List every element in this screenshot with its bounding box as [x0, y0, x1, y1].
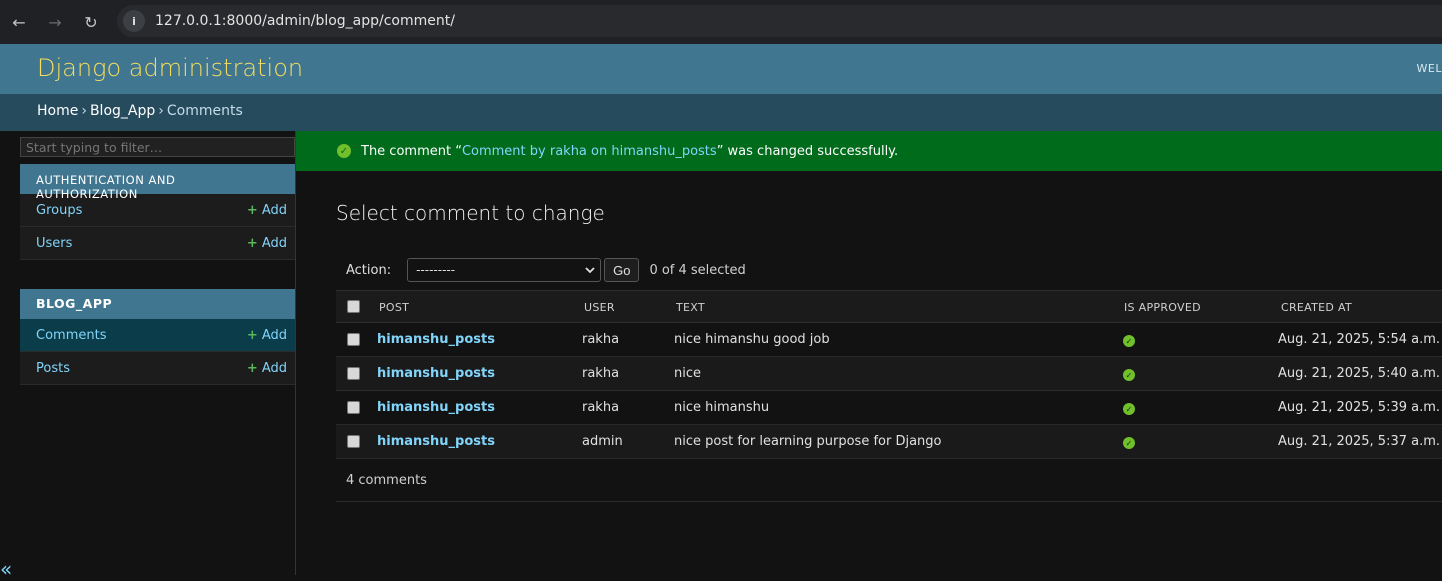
forward-arrow-icon: → — [48, 12, 62, 32]
message-suffix: ” was changed successfully. — [716, 143, 899, 159]
user-cell: rakha — [582, 366, 620, 381]
add-label: Add — [261, 360, 287, 376]
action-select-value: --------- — [416, 263, 456, 277]
sidebar-item-comments: Comments + Add — [20, 319, 295, 352]
text-cell: nice post for learning purpose for Djang… — [674, 434, 942, 449]
plus-icon: + — [246, 202, 258, 218]
action-select[interactable]: --------- — [407, 258, 602, 282]
chevron-down-icon — [585, 267, 595, 274]
user-cell: rakha — [582, 400, 620, 415]
site-info-icon[interactable]: i — [123, 10, 145, 32]
table-row: himanshu_posts rakha nice ✓ Aug. 21, 202… — [336, 357, 1442, 391]
row-checkbox[interactable] — [347, 367, 360, 380]
approved-check-icon: ✓ — [1123, 335, 1135, 347]
add-comment-button[interactable]: + Add — [247, 328, 287, 343]
address-bar[interactable]: i 127.0.0.1:8000/admin/blog_app/comment/ — [117, 5, 1442, 37]
success-check-icon: ✓ — [337, 144, 351, 158]
add-post-button[interactable]: + Add — [247, 361, 287, 376]
site-header: Django administration WEL — [0, 44, 1442, 94]
created-at-cell: Aug. 21, 2025, 5:40 a.m. — [1278, 366, 1441, 381]
breadcrumb-home[interactable]: Home — [37, 103, 78, 119]
column-header-created-at[interactable]: CREATED AT — [1281, 301, 1352, 314]
breadcrumb-current: Comments — [166, 103, 243, 119]
nav-sidebar: AUTHENTICATION AND AUTHORIZATION Groups … — [0, 131, 296, 581]
success-message: ✓ The comment “Comment by rakha on himan… — [296, 131, 1442, 171]
select-all-checkbox[interactable] — [347, 300, 360, 313]
table-row: himanshu_posts rakha nice himanshu good … — [336, 323, 1442, 357]
back-button[interactable]: ← — [1, 4, 37, 40]
reload-button[interactable]: ↻ — [73, 4, 109, 40]
forward-button[interactable]: → — [37, 4, 73, 40]
table-row: himanshu_posts admin nice post for learn… — [336, 425, 1442, 459]
plus-icon: + — [246, 360, 258, 376]
post-link[interactable]: himanshu_posts — [377, 332, 495, 347]
reload-icon: ↻ — [84, 12, 98, 32]
sidebar-filter-input[interactable] — [20, 137, 295, 157]
breadcrumb: Home › Blog_App › Comments — [0, 94, 1442, 131]
action-counter: 0 of 4 selected — [649, 262, 746, 278]
created-at-cell: Aug. 21, 2025, 5:37 a.m. — [1278, 434, 1441, 449]
comments-link[interactable]: Comments — [36, 328, 106, 343]
user-cell: rakha — [582, 332, 620, 347]
auth-module-caption[interactable]: AUTHENTICATION AND AUTHORIZATION — [20, 164, 295, 201]
action-label: Action: — [346, 262, 392, 278]
breadcrumb-app[interactable]: Blog_App — [90, 103, 155, 119]
page-title: Select comment to change — [336, 201, 605, 225]
column-header-is-approved[interactable]: IS APPROVED — [1124, 301, 1201, 314]
message-object-link[interactable]: Comment by rakha on himanshu_posts — [462, 144, 717, 159]
table-header: POST USER TEXT IS APPROVED CREATED AT — [336, 290, 1442, 323]
groups-link[interactable]: Groups — [36, 203, 82, 218]
created-at-cell: Aug. 21, 2025, 5:54 a.m. — [1278, 332, 1441, 347]
auth-module: AUTHENTICATION AND AUTHORIZATION Groups … — [20, 164, 295, 260]
column-header-text[interactable]: TEXT — [676, 301, 705, 314]
actions-bar: Action: --------- Go 0 of 4 selected — [336, 250, 1442, 290]
created-at-cell: Aug. 21, 2025, 5:39 a.m. — [1278, 400, 1441, 415]
results-table: POST USER TEXT IS APPROVED CREATED AT hi… — [336, 290, 1442, 502]
posts-link[interactable]: Posts — [36, 361, 70, 376]
text-cell: nice himanshu good job — [674, 332, 830, 347]
add-label: Add — [261, 235, 287, 251]
post-link[interactable]: himanshu_posts — [377, 400, 495, 415]
post-link[interactable]: himanshu_posts — [377, 366, 495, 381]
users-link[interactable]: Users — [36, 236, 72, 251]
column-header-user[interactable]: USER — [584, 301, 615, 314]
add-group-button[interactable]: + Add — [247, 203, 287, 218]
approved-check-icon: ✓ — [1123, 369, 1135, 381]
breadcrumb-separator: › — [158, 103, 164, 119]
blog-module-caption[interactable]: BLOG_APP — [20, 289, 295, 319]
approved-check-icon: ✓ — [1123, 403, 1135, 415]
back-arrow-icon: ← — [12, 12, 26, 32]
site-branding[interactable]: Django administration — [37, 54, 303, 82]
add-label: Add — [261, 202, 287, 218]
sidebar-collapse-icon[interactable]: « — [0, 557, 12, 581]
url-text[interactable]: 127.0.0.1:8000/admin/blog_app/comment/ — [155, 13, 455, 29]
text-cell: nice — [674, 366, 701, 381]
user-cell: admin — [582, 434, 623, 449]
add-label: Add — [261, 327, 287, 343]
plus-icon: + — [246, 327, 258, 343]
post-link[interactable]: himanshu_posts — [377, 434, 495, 449]
plus-icon: + — [246, 235, 258, 251]
approved-check-icon: ✓ — [1123, 437, 1135, 449]
row-checkbox[interactable] — [347, 401, 360, 414]
add-user-button[interactable]: + Add — [247, 236, 287, 251]
browser-toolbar: ← → ↻ i 127.0.0.1:8000/admin/blog_app/co… — [0, 0, 1442, 44]
row-checkbox[interactable] — [347, 435, 360, 448]
breadcrumb-separator: › — [81, 103, 87, 119]
message-prefix: The comment “ — [361, 143, 462, 159]
paginator: 4 comments — [336, 459, 1442, 502]
column-header-post[interactable]: POST — [379, 301, 409, 314]
blog-module: BLOG_APP Comments + Add Posts + Add — [20, 289, 295, 385]
user-tools: WEL — [1416, 62, 1442, 75]
row-checkbox[interactable] — [347, 333, 360, 346]
text-cell: nice himanshu — [674, 400, 770, 415]
go-button[interactable]: Go — [604, 258, 640, 282]
sidebar-item-posts: Posts + Add — [20, 352, 295, 385]
table-row: himanshu_posts rakha nice himanshu ✓ Aug… — [336, 391, 1442, 425]
sidebar-item-users: Users + Add — [20, 227, 295, 260]
